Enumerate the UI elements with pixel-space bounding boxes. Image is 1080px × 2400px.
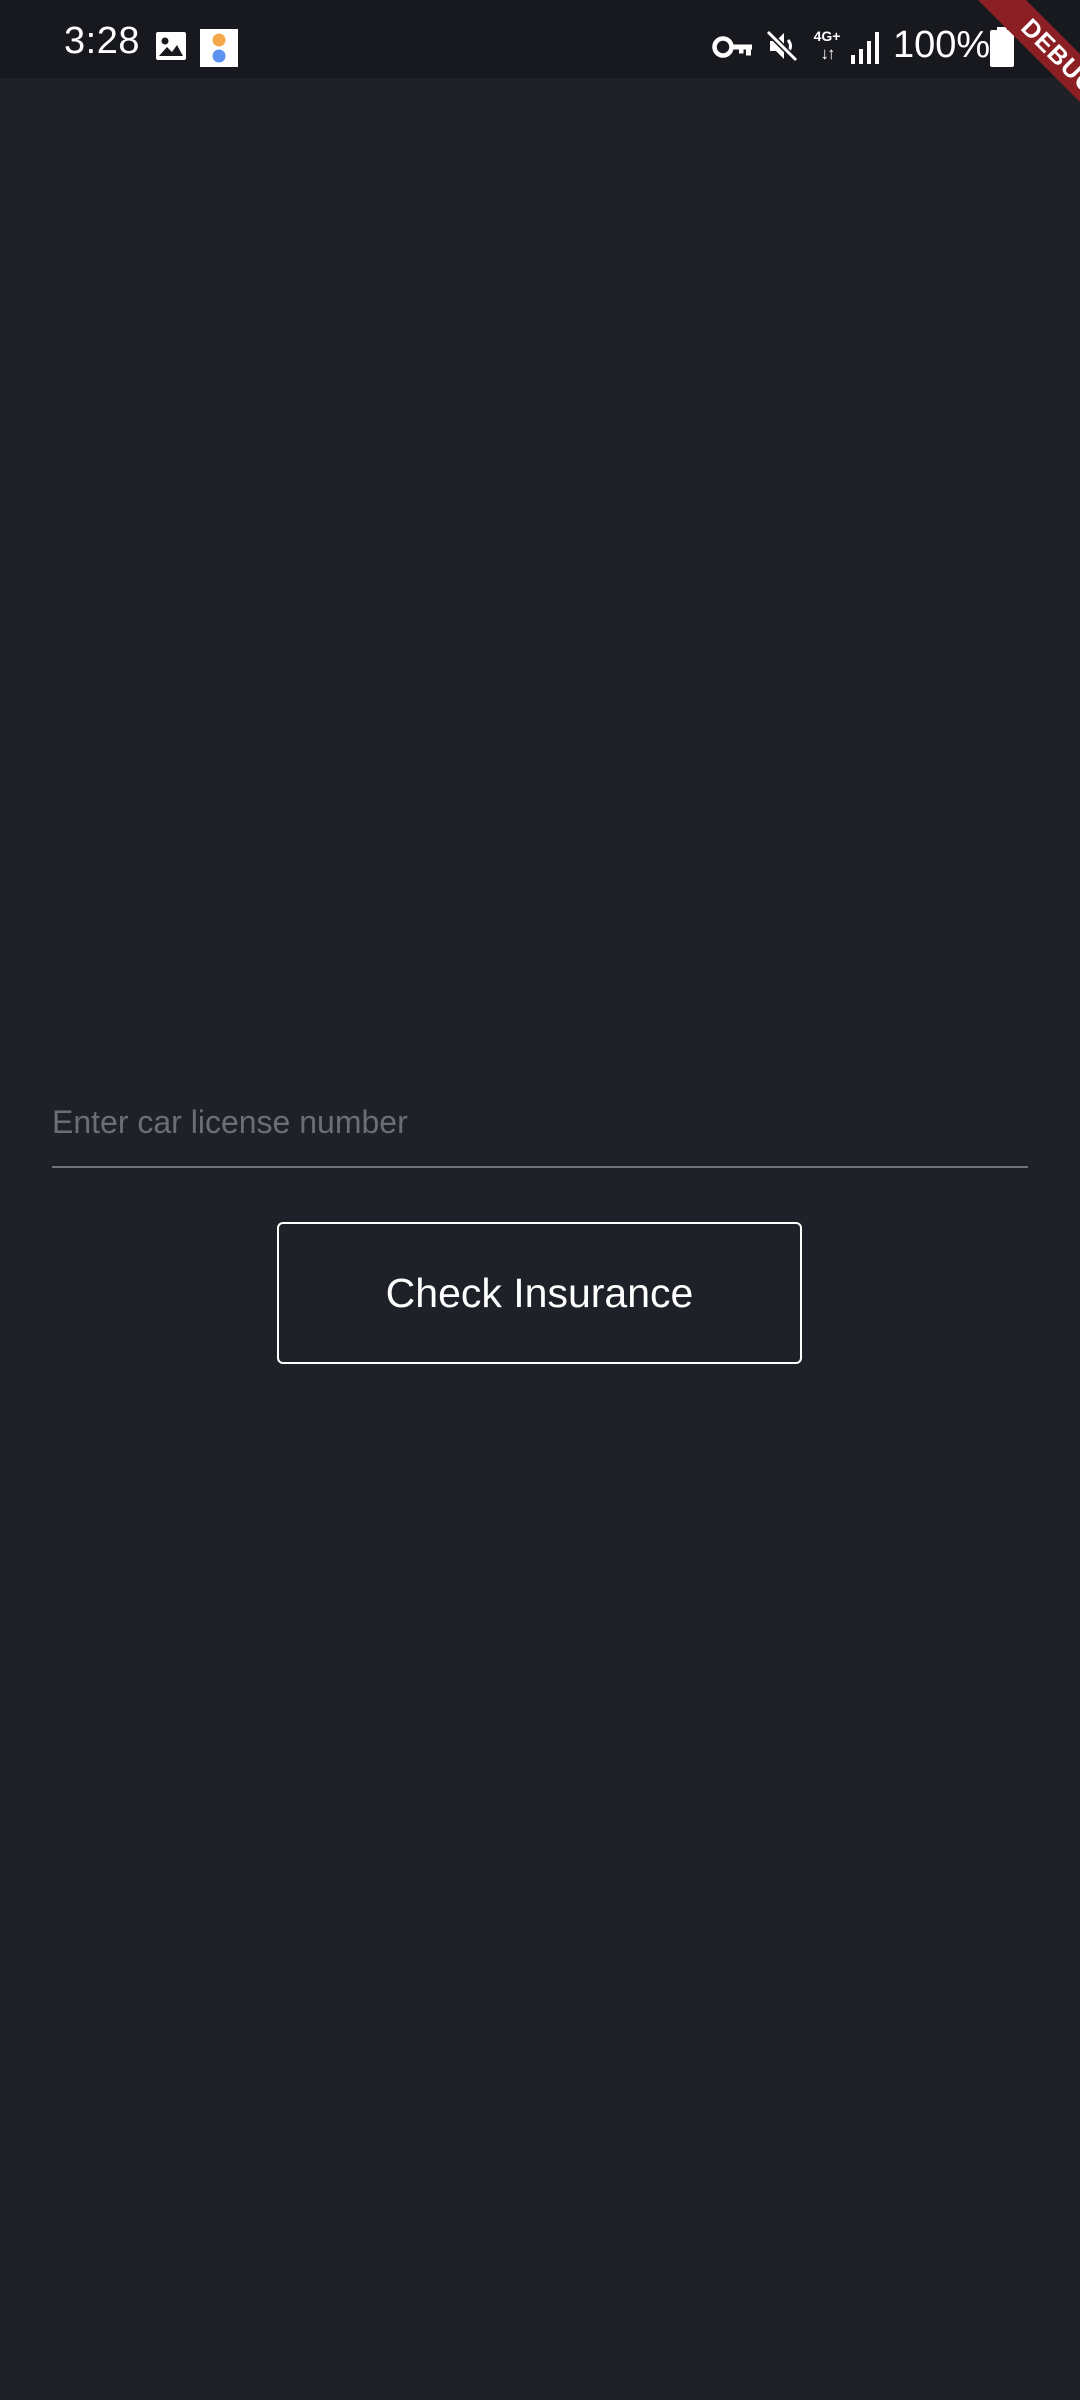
battery-icon <box>990 27 1014 67</box>
status-bar: 3:28 4G+ ↓↑ 100% <box>0 0 1080 78</box>
app-notification-icon <box>200 29 238 67</box>
check-insurance-button[interactable]: Check Insurance <box>277 1222 802 1364</box>
mute-icon <box>765 29 799 63</box>
license-number-input[interactable] <box>52 1060 1028 1168</box>
network-type-label: 4G+ <box>813 28 841 44</box>
vpn-key-icon <box>712 36 752 58</box>
data-activity-arrows: ↓↑ <box>820 44 836 63</box>
signal-icon <box>851 32 879 64</box>
network-type-indicator: 4G+ ↓↑ <box>810 29 844 67</box>
battery-percent: 100% <box>893 24 991 66</box>
license-number-field <box>52 1060 1028 1170</box>
gallery-icon <box>156 32 186 60</box>
status-time: 3:28 <box>64 20 140 62</box>
